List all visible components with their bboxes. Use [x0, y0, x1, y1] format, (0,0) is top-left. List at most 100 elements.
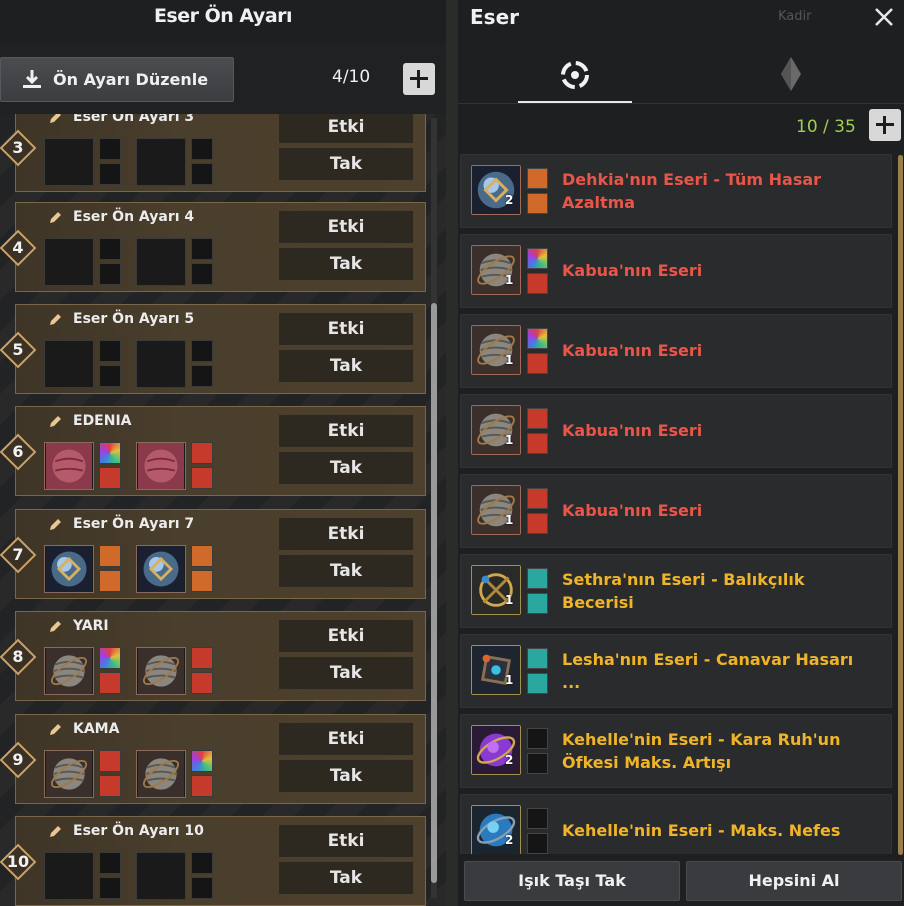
preset-gem-slot[interactable] [99, 852, 121, 874]
artifact-list-item[interactable]: 1 Kabua'nın Eseri [460, 474, 892, 548]
preset-gem-slot[interactable] [99, 877, 121, 899]
edit-preset-button[interactable]: Ön Ayarı Düzenle [0, 57, 234, 102]
preset-slot[interactable]: 8 YARI Etki Tak [0, 611, 426, 701]
add-artifact-slot-button[interactable] [869, 109, 901, 141]
preset-artifact-slot[interactable] [136, 442, 186, 490]
close-icon[interactable] [871, 4, 897, 30]
preset-gem-slot[interactable] [99, 545, 121, 567]
preset-equip-button[interactable]: Tak [278, 554, 414, 588]
preset-artifact-slot[interactable] [136, 238, 186, 286]
preset-artifact-slot[interactable] [136, 647, 186, 695]
tab-artifact[interactable] [518, 44, 632, 103]
preset-slot[interactable]: 4 Eser Ön Ayarı 4 Etki Tak [0, 202, 426, 292]
preset-gem-slot[interactable] [99, 467, 121, 489]
artifact-list-item[interactable]: 1 Kabua'nın Eseri [460, 314, 892, 388]
tab-crystal[interactable] [718, 44, 878, 103]
gem-slot[interactable] [527, 833, 548, 854]
preset-gem-slot[interactable] [99, 365, 121, 387]
preset-gem-slot[interactable] [191, 647, 213, 669]
preset-equip-button[interactable]: Tak [278, 147, 414, 181]
preset-equip-button[interactable]: Tak [278, 861, 414, 895]
gem-slot[interactable] [527, 568, 548, 589]
preset-gem-slot[interactable] [99, 442, 121, 464]
preset-artifact-slot[interactable] [44, 340, 94, 388]
add-preset-button[interactable] [403, 63, 435, 95]
preset-gem-slot[interactable] [99, 570, 121, 592]
preset-slot[interactable]: 9 KAMA Etki Tak [0, 714, 426, 804]
preset-gem-slot[interactable] [99, 672, 121, 694]
preset-artifact-slot[interactable] [136, 852, 186, 900]
preset-gem-slot[interactable] [191, 238, 213, 260]
artifact-scrollbar[interactable] [898, 155, 903, 855]
gem-slot[interactable] [527, 353, 548, 374]
preset-effect-button[interactable]: Etki [278, 824, 414, 858]
gem-slot[interactable] [527, 248, 548, 269]
artifact-list-item[interactable]: 1 Kabua'nın Eseri [460, 234, 892, 308]
preset-effect-button[interactable]: Etki [278, 722, 414, 756]
artifact-list-item[interactable]: 2 Kehelle'nin Eseri - Kara Ruh'un Öfkesi … [460, 714, 892, 788]
preset-effect-button[interactable]: Etki [278, 619, 414, 653]
preset-slot[interactable]: 3 Eser Ön Ayarı 3 Etki Tak [0, 114, 426, 192]
preset-gem-slot[interactable] [191, 467, 213, 489]
preset-gem-slot[interactable] [99, 647, 121, 669]
preset-gem-slot[interactable] [191, 340, 213, 362]
preset-equip-button[interactable]: Tak [278, 451, 414, 485]
pencil-icon[interactable] [48, 518, 62, 532]
preset-gem-slot[interactable] [99, 238, 121, 260]
artifact-list-item[interactable]: 1 Lesha'nın Eseri - Canavar Hasarı ... [460, 634, 892, 708]
gem-slot[interactable] [527, 593, 548, 614]
gem-slot[interactable] [527, 728, 548, 749]
preset-equip-button[interactable]: Tak [278, 247, 414, 281]
preset-gem-slot[interactable] [99, 775, 121, 797]
artifact-scrollbar-thumb[interactable] [898, 155, 903, 855]
preset-artifact-slot[interactable] [44, 138, 94, 186]
preset-gem-slot[interactable] [191, 570, 213, 592]
preset-equip-button[interactable]: Tak [278, 656, 414, 690]
pencil-icon[interactable] [48, 723, 62, 737]
gem-slot[interactable] [527, 273, 548, 294]
preset-effect-button[interactable]: Etki [278, 210, 414, 244]
gem-slot[interactable] [527, 648, 548, 669]
preset-gem-slot[interactable] [191, 442, 213, 464]
preset-slot[interactable]: 7 Eser Ön Ayarı 7 Etki Tak [0, 509, 426, 599]
preset-artifact-slot[interactable] [44, 750, 94, 798]
equip-light-stone-button[interactable]: Işık Taşı Tak [464, 861, 680, 901]
preset-scrollbar-thumb[interactable] [431, 303, 437, 883]
preset-gem-slot[interactable] [99, 340, 121, 362]
take-all-button[interactable]: Hepsini Al [686, 861, 902, 901]
preset-gem-slot[interactable] [191, 545, 213, 567]
gem-slot[interactable] [527, 193, 548, 214]
preset-gem-slot[interactable] [191, 775, 213, 797]
preset-gem-slot[interactable] [191, 750, 213, 772]
preset-gem-slot[interactable] [191, 852, 213, 874]
preset-effect-button[interactable]: Etki [278, 114, 414, 144]
preset-artifact-slot[interactable] [44, 647, 94, 695]
preset-artifact-slot[interactable] [136, 545, 186, 593]
preset-effect-button[interactable]: Etki [278, 312, 414, 346]
preset-artifact-slot[interactable] [136, 750, 186, 798]
preset-gem-slot[interactable] [191, 672, 213, 694]
gem-slot[interactable] [527, 408, 548, 429]
gem-slot[interactable] [527, 168, 548, 189]
preset-gem-slot[interactable] [191, 138, 213, 160]
preset-gem-slot[interactable] [99, 750, 121, 772]
gem-slot[interactable] [527, 433, 548, 454]
gem-slot[interactable] [527, 673, 548, 694]
preset-effect-button[interactable]: Etki [278, 414, 414, 448]
preset-scrollbar[interactable] [431, 118, 437, 898]
artifact-list-item[interactable]: 2 Kehelle'nin Eseri - Maks. Nefes [460, 794, 892, 854]
preset-artifact-slot[interactable] [136, 138, 186, 186]
preset-gem-slot[interactable] [99, 138, 121, 160]
preset-gem-slot[interactable] [191, 263, 213, 285]
preset-slot[interactable]: 6 EDENIA Etki Tak [0, 406, 426, 496]
gem-slot[interactable] [527, 328, 548, 349]
gem-slot[interactable] [527, 513, 548, 534]
artifact-list-item[interactable]: 1 Kabua'nın Eseri [460, 394, 892, 468]
preset-gem-slot[interactable] [99, 163, 121, 185]
gem-slot[interactable] [527, 808, 548, 829]
preset-artifact-slot[interactable] [44, 238, 94, 286]
preset-gem-slot[interactable] [99, 263, 121, 285]
artifact-list-item[interactable]: 2 Dehkia'nın Eseri - Tüm Hasar Azaltma [460, 154, 892, 228]
preset-equip-button[interactable]: Tak [278, 349, 414, 383]
pencil-icon[interactable] [48, 114, 62, 125]
